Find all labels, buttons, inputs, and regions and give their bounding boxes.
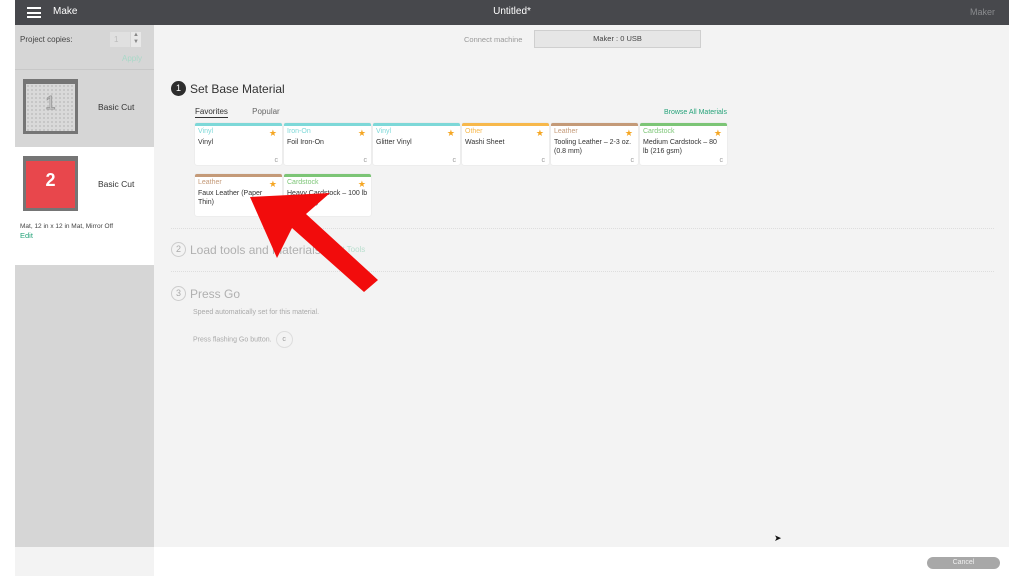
- material-name: Glitter Vinyl: [376, 139, 412, 146]
- sidebar: Project copies: ▲▼ Apply 1 Basic Cut 2 B…: [15, 25, 154, 547]
- project-copies-section: Project copies: ▲▼ Apply: [15, 25, 154, 70]
- material-card[interactable]: Iron-On ★ Foil Iron-On c: [284, 123, 371, 165]
- project-copies-label: Project copies:: [20, 35, 73, 44]
- machine-label: Maker: [969, 7, 995, 17]
- mat-item-1[interactable]: 1 Basic Cut: [15, 70, 154, 147]
- mat-edit-link[interactable]: Edit: [20, 231, 33, 240]
- material-card[interactable]: Vinyl ★ Glitter Vinyl c: [373, 123, 460, 165]
- material-card[interactable]: Cardstock ★ Medium Cardstock – 80 lb (216 …: [640, 123, 727, 165]
- apply-button[interactable]: Apply: [122, 54, 142, 63]
- material-name: Tooling Leather – 2-3 oz. (0.8 mm): [554, 139, 632, 155]
- step-number: 3: [171, 286, 186, 302]
- material-category: Other: [465, 128, 483, 135]
- mat-label: Basic Cut: [98, 179, 135, 189]
- document-title: Untitled*: [493, 6, 531, 17]
- material-card[interactable]: Cardstock ★ Heavy Cardstock – 100 lb (270 …: [284, 174, 371, 216]
- speed-note: Speed automatically set for this materia…: [193, 309, 320, 316]
- favorite-star-icon[interactable]: ★: [269, 179, 277, 190]
- material-name: Vinyl: [198, 139, 214, 146]
- divider: [171, 228, 994, 229]
- material-tabs: Favorites Popular: [195, 107, 302, 118]
- material-name: Washi Sheet: [465, 139, 505, 146]
- connect-machine-dropdown[interactable]: Maker : 0 USB: [534, 30, 701, 48]
- material-name: Medium Cardstock – 80 lb (216 gsm): [643, 139, 717, 155]
- go-button-icon: c: [275, 331, 293, 348]
- step-title: Press Go: [190, 286, 241, 301]
- step-load-tools: 2 Load tools and materials Edit Tools: [171, 241, 365, 259]
- sidebar-footer: [15, 547, 154, 576]
- step-press-go: 3 Press Go: [171, 285, 240, 303]
- step-number: 1: [171, 81, 186, 97]
- top-bar: Make Untitled* Maker: [15, 0, 1009, 25]
- browse-all-materials-link[interactable]: Browse All Materials: [664, 109, 727, 116]
- mouse-cursor-icon: ➤: [774, 533, 782, 543]
- step-set-base-material: 1 Set Base Material: [171, 80, 285, 98]
- connect-machine-label: Connect machine: [464, 35, 523, 44]
- favorite-star-icon[interactable]: ★: [625, 128, 633, 139]
- material-category: Leather: [198, 179, 222, 186]
- mat-number: 2: [45, 170, 56, 190]
- tab-popular[interactable]: Popular: [252, 107, 280, 117]
- footer: [154, 547, 1024, 576]
- go-note-text: Press flashing Go button.: [193, 336, 272, 344]
- mat-info: Mat, 12 in x 12 in Mat, Mirror Off: [20, 223, 114, 230]
- cricut-c-icon: c: [363, 157, 368, 164]
- main-panel: Connect machine Maker : 0 USB 1 Set Base …: [154, 25, 1009, 547]
- material-name: Foil Iron-On: [287, 139, 324, 146]
- step-title: Set Base Material: [190, 81, 285, 96]
- project-copies-input[interactable]: [110, 32, 130, 47]
- material-category: Vinyl: [376, 128, 392, 135]
- divider: [171, 271, 994, 272]
- material-card[interactable]: Leather ★ Faux Leather (Paper Thin): [195, 174, 282, 216]
- material-name: Faux Leather (Paper Thin): [198, 190, 263, 206]
- material-category: Vinyl: [198, 128, 214, 135]
- go-note: Press flashing Go button. c: [193, 331, 293, 348]
- favorite-star-icon[interactable]: ★: [536, 128, 544, 139]
- mat-item-2[interactable]: 2 Basic Cut Mat, 12 in x 12 in Mat, Mirr…: [15, 147, 154, 265]
- cricut-c-icon: c: [452, 157, 457, 164]
- cricut-c-icon: c: [630, 157, 635, 164]
- mat-label: Basic Cut: [98, 102, 135, 112]
- material-category: Leather: [554, 128, 578, 135]
- material-category: Cardstock: [643, 128, 675, 135]
- favorite-star-icon[interactable]: ★: [358, 128, 366, 139]
- step-title: Load tools and materials: [190, 242, 321, 257]
- favorite-star-icon[interactable]: ★: [447, 128, 455, 139]
- favorite-star-icon[interactable]: ★: [714, 128, 722, 139]
- material-card[interactable]: Vinyl ★ Vinyl c: [195, 123, 282, 165]
- step-number: 2: [171, 242, 186, 258]
- material-card[interactable]: Other ★ Washi Sheet c: [462, 123, 549, 165]
- mat-thumbnail: 2: [23, 156, 78, 211]
- cricut-c-icon: c: [541, 157, 546, 164]
- material-card[interactable]: Leather ★ Tooling Leather – 2-3 oz. (0.8 m…: [551, 123, 638, 165]
- cricut-c-icon: c: [274, 157, 279, 164]
- material-category: Cardstock: [287, 179, 319, 186]
- copies-stepper[interactable]: ▲ ▼: [131, 32, 141, 47]
- cricut-c-icon: c: [719, 157, 724, 164]
- favorite-star-icon[interactable]: ★: [358, 179, 366, 190]
- mat-number: 1: [45, 93, 56, 114]
- edit-tools-link[interactable]: Edit Tools: [331, 245, 366, 254]
- tab-favorites[interactable]: Favorites: [195, 107, 228, 118]
- material-category: Iron-On: [287, 128, 311, 135]
- cancel-button[interactable]: Cancel: [927, 557, 1000, 569]
- material-name: Heavy Cardstock – 100 lb (270 gsm): [287, 190, 368, 206]
- favorite-star-icon[interactable]: ★: [269, 128, 277, 139]
- mat-thumbnail: 1: [23, 79, 78, 134]
